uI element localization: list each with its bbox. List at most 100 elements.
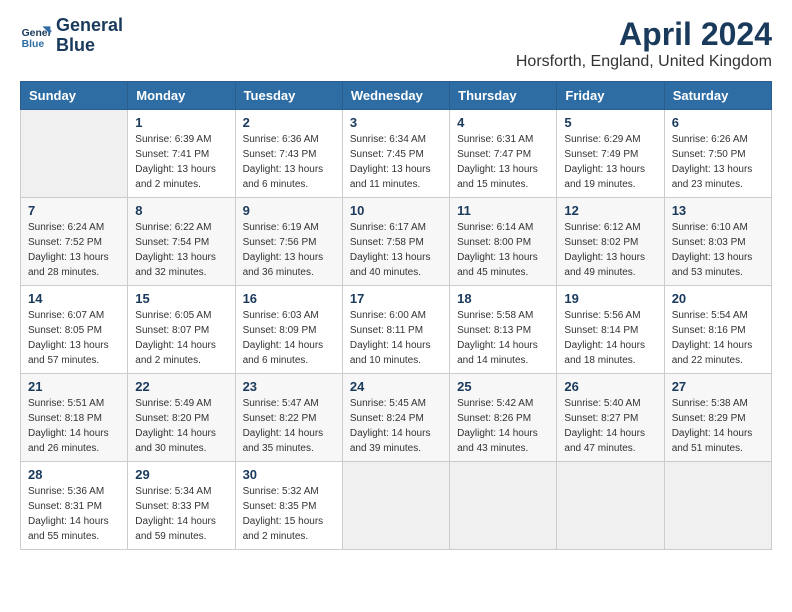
calendar-cell: 20 Sunrise: 5:54 AMSunset: 8:16 PMDayligh… xyxy=(664,286,771,374)
calendar-cell: 17 Sunrise: 6:00 AMSunset: 8:11 PMDayligh… xyxy=(342,286,449,374)
day-number: 25 xyxy=(457,379,549,394)
day-info: Sunrise: 6:31 AMSunset: 7:47 PMDaylight:… xyxy=(457,132,549,192)
week-row-3: 21 Sunrise: 5:51 AMSunset: 8:18 PMDayligh… xyxy=(21,374,772,462)
calendar-cell: 28 Sunrise: 5:36 AMSunset: 8:31 PMDayligh… xyxy=(21,462,128,550)
title-area: April 2024 Horsforth, England, United Ki… xyxy=(516,16,772,71)
calendar-cell: 2 Sunrise: 6:36 AMSunset: 7:43 PMDaylight… xyxy=(235,110,342,198)
calendar-cell: 8Sunrise: 6:22 AMSunset: 7:54 PMDaylight… xyxy=(128,198,235,286)
day-info: Sunrise: 6:22 AMSunset: 7:54 PMDaylight:… xyxy=(135,220,227,280)
day-info: Sunrise: 5:36 AMSunset: 8:31 PMDaylight:… xyxy=(28,484,120,544)
calendar-cell: 5Sunrise: 6:29 AMSunset: 7:49 PMDaylight… xyxy=(557,110,664,198)
day-number: 29 xyxy=(135,467,227,482)
calendar-cell: 26 Sunrise: 5:40 AMSunset: 8:27 PMDayligh… xyxy=(557,374,664,462)
calendar-cell: 25 Sunrise: 5:42 AMSunset: 8:26 PMDayligh… xyxy=(450,374,557,462)
day-info: Sunrise: 5:54 AMSunset: 8:16 PMDaylight:… xyxy=(672,308,764,368)
day-info: Sunrise: 6:19 AMSunset: 7:56 PMDaylight:… xyxy=(243,220,335,280)
calendar-cell: 14 Sunrise: 6:07 AMSunset: 8:05 PMDayligh… xyxy=(21,286,128,374)
day-info: Sunrise: 6:26 AMSunset: 7:50 PMDaylight:… xyxy=(672,132,764,192)
day-info: Sunrise: 5:51 AMSunset: 8:18 PMDaylight:… xyxy=(28,396,120,456)
calendar-cell xyxy=(450,462,557,550)
day-info: Sunrise: 5:42 AMSunset: 8:26 PMDaylight:… xyxy=(457,396,549,456)
weekday-header-wednesday: Wednesday xyxy=(342,82,449,110)
week-row-4: 28 Sunrise: 5:36 AMSunset: 8:31 PMDayligh… xyxy=(21,462,772,550)
day-info: Sunrise: 6:29 AMSunset: 7:49 PMDaylight:… xyxy=(564,132,656,192)
day-info: Sunrise: 6:12 AMSunset: 8:02 PMDaylight:… xyxy=(564,220,656,280)
day-number: 10 xyxy=(350,203,442,218)
calendar-cell: 18 Sunrise: 5:58 AMSunset: 8:13 PMDayligh… xyxy=(450,286,557,374)
calendar-cell: 12 Sunrise: 6:12 AMSunset: 8:02 PMDayligh… xyxy=(557,198,664,286)
day-info: Sunrise: 6:24 AMSunset: 7:52 PMDaylight:… xyxy=(28,220,120,280)
day-number: 3 xyxy=(350,115,442,130)
day-number: 1 xyxy=(135,115,227,130)
weekday-header-saturday: Saturday xyxy=(664,82,771,110)
day-number: 2 xyxy=(243,115,335,130)
calendar-cell: 9 Sunrise: 6:19 AMSunset: 7:56 PMDaylight… xyxy=(235,198,342,286)
day-number: 23 xyxy=(243,379,335,394)
week-row-0: 1 Sunrise: 6:39 AMSunset: 7:41 PMDaylight… xyxy=(21,110,772,198)
week-row-2: 14 Sunrise: 6:07 AMSunset: 8:05 PMDayligh… xyxy=(21,286,772,374)
day-info: Sunrise: 5:47 AMSunset: 8:22 PMDaylight:… xyxy=(243,396,335,456)
day-number: 17 xyxy=(350,291,442,306)
day-info: Sunrise: 6:07 AMSunset: 8:05 PMDaylight:… xyxy=(28,308,120,368)
day-number: 26 xyxy=(564,379,656,394)
calendar-cell: 3 Sunrise: 6:34 AMSunset: 7:45 PMDaylight… xyxy=(342,110,449,198)
day-number: 22 xyxy=(135,379,227,394)
day-info: Sunrise: 6:34 AMSunset: 7:45 PMDaylight:… xyxy=(350,132,442,192)
week-row-1: 7Sunrise: 6:24 AMSunset: 7:52 PMDaylight… xyxy=(21,198,772,286)
logo-text: General Blue xyxy=(56,16,123,56)
logo: General Blue General Blue xyxy=(20,16,123,56)
day-number: 12 xyxy=(564,203,656,218)
day-info: Sunrise: 6:14 AMSunset: 8:00 PMDaylight:… xyxy=(457,220,549,280)
weekday-header-sunday: Sunday xyxy=(21,82,128,110)
calendar-cell xyxy=(664,462,771,550)
calendar-cell: 4Sunrise: 6:31 AMSunset: 7:47 PMDaylight… xyxy=(450,110,557,198)
calendar-cell xyxy=(342,462,449,550)
day-number: 19 xyxy=(564,291,656,306)
day-number: 16 xyxy=(243,291,335,306)
day-info: Sunrise: 6:36 AMSunset: 7:43 PMDaylight:… xyxy=(243,132,335,192)
weekday-header-friday: Friday xyxy=(557,82,664,110)
calendar-subtitle: Horsforth, England, United Kingdom xyxy=(516,53,772,71)
day-info: Sunrise: 5:45 AMSunset: 8:24 PMDaylight:… xyxy=(350,396,442,456)
day-number: 15 xyxy=(135,291,227,306)
day-info: Sunrise: 6:00 AMSunset: 8:11 PMDaylight:… xyxy=(350,308,442,368)
day-number: 13 xyxy=(672,203,764,218)
day-info: Sunrise: 6:03 AMSunset: 8:09 PMDaylight:… xyxy=(243,308,335,368)
header: General Blue General Blue April 2024 Hor… xyxy=(20,16,772,71)
calendar-cell: 29 Sunrise: 5:34 AMSunset: 8:33 PMDayligh… xyxy=(128,462,235,550)
calendar-cell: 21 Sunrise: 5:51 AMSunset: 8:18 PMDayligh… xyxy=(21,374,128,462)
calendar-cell xyxy=(557,462,664,550)
calendar-cell: 16 Sunrise: 6:03 AMSunset: 8:09 PMDayligh… xyxy=(235,286,342,374)
logo-icon: General Blue xyxy=(20,20,52,52)
day-number: 18 xyxy=(457,291,549,306)
day-number: 9 xyxy=(243,203,335,218)
day-info: Sunrise: 5:56 AMSunset: 8:14 PMDaylight:… xyxy=(564,308,656,368)
calendar-table: SundayMondayTuesdayWednesdayThursdayFrid… xyxy=(20,81,772,550)
calendar-cell: 27 Sunrise: 5:38 AMSunset: 8:29 PMDayligh… xyxy=(664,374,771,462)
day-info: Sunrise: 5:58 AMSunset: 8:13 PMDaylight:… xyxy=(457,308,549,368)
calendar-cell: 30Sunrise: 5:32 AMSunset: 8:35 PMDayligh… xyxy=(235,462,342,550)
day-number: 14 xyxy=(28,291,120,306)
calendar-cell: 7Sunrise: 6:24 AMSunset: 7:52 PMDaylight… xyxy=(21,198,128,286)
calendar-cell: 15 Sunrise: 6:05 AMSunset: 8:07 PMDayligh… xyxy=(128,286,235,374)
day-info: Sunrise: 5:40 AMSunset: 8:27 PMDaylight:… xyxy=(564,396,656,456)
day-info: Sunrise: 5:34 AMSunset: 8:33 PMDaylight:… xyxy=(135,484,227,544)
day-number: 20 xyxy=(672,291,764,306)
calendar-cell: 19 Sunrise: 5:56 AMSunset: 8:14 PMDayligh… xyxy=(557,286,664,374)
calendar-cell: 24Sunrise: 5:45 AMSunset: 8:24 PMDayligh… xyxy=(342,374,449,462)
calendar-cell: 10 Sunrise: 6:17 AMSunset: 7:58 PMDayligh… xyxy=(342,198,449,286)
day-number: 21 xyxy=(28,379,120,394)
day-info: Sunrise: 6:39 AMSunset: 7:41 PMDaylight:… xyxy=(135,132,227,192)
day-number: 6 xyxy=(672,115,764,130)
day-info: Sunrise: 6:17 AMSunset: 7:58 PMDaylight:… xyxy=(350,220,442,280)
day-info: Sunrise: 6:05 AMSunset: 8:07 PMDaylight:… xyxy=(135,308,227,368)
day-info: Sunrise: 5:38 AMSunset: 8:29 PMDaylight:… xyxy=(672,396,764,456)
weekday-header-thursday: Thursday xyxy=(450,82,557,110)
day-number: 28 xyxy=(28,467,120,482)
day-number: 27 xyxy=(672,379,764,394)
calendar-title: April 2024 xyxy=(516,16,772,53)
calendar-cell xyxy=(21,110,128,198)
day-info: Sunrise: 6:10 AMSunset: 8:03 PMDaylight:… xyxy=(672,220,764,280)
weekday-header-tuesday: Tuesday xyxy=(235,82,342,110)
calendar-cell: 1 Sunrise: 6:39 AMSunset: 7:41 PMDaylight… xyxy=(128,110,235,198)
